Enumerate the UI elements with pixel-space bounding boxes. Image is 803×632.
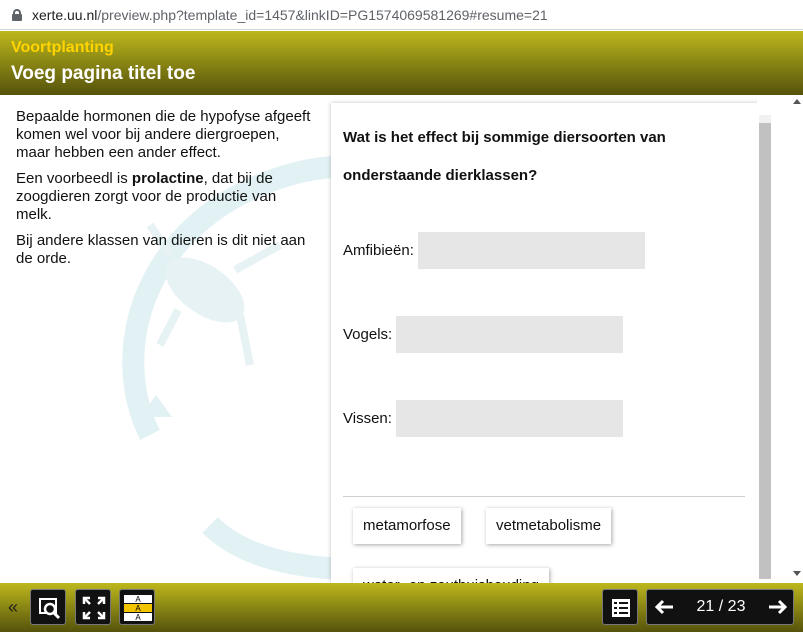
previous-page-button[interactable]: [647, 590, 683, 624]
drag-option-water-zouthuishouding[interactable]: water- en zouthuishouding: [353, 568, 549, 583]
arrow-left-icon: [654, 599, 673, 615]
url-text[interactable]: xerte.uu.nl/preview.php?template_id=1457…: [32, 7, 548, 23]
scroll-up-icon[interactable]: [793, 99, 801, 104]
intro-paragraph-3: Bij andere klassen van dieren is dit nie…: [16, 232, 306, 267]
scroll-down-icon[interactable]: [793, 571, 801, 576]
svg-text:A: A: [135, 595, 141, 604]
next-page-button[interactable]: [759, 590, 795, 624]
arrow-right-icon: [769, 599, 788, 615]
scrollbar[interactable]: [757, 95, 803, 583]
drop-zone-vissen[interactable]: [395, 400, 623, 437]
divider: [343, 496, 745, 497]
target-vissen: Vissen:: [343, 400, 623, 437]
drag-option-vetmetabolisme[interactable]: vetmetabolisme: [486, 508, 612, 544]
text-size-icon: A A A: [124, 595, 152, 622]
target-amfibieen: Amfibieën:: [343, 232, 645, 269]
drag-option-metamorfose[interactable]: metamorfose: [353, 508, 461, 544]
highlight-prolactine: prolactine: [131, 170, 204, 187]
page-title: Voeg pagina titel toe: [11, 63, 196, 84]
quiz-question: Wat is het effect bij sommige diersoorte…: [343, 129, 666, 184]
text-size-button[interactable]: A A A: [119, 589, 155, 625]
drag-drop-panel: Wat is het effect bij sommige diersoorte…: [331, 103, 774, 583]
drop-zone-amfibieen[interactable]: [417, 232, 645, 269]
drop-zone-vogels[interactable]: [396, 316, 624, 353]
intro-text: Bepaalde hormonen die de hypofyse afgeef…: [16, 108, 316, 276]
panel-scroll-thumb[interactable]: [759, 123, 771, 579]
fullscreen-icon: [82, 596, 106, 620]
intro-paragraph-1: Bepaalde hormonen die de hypofyse afgeef…: [16, 108, 311, 161]
svg-text:A: A: [135, 613, 141, 622]
content-area: Bepaalde hormonen die de hypofyse afgeef…: [0, 95, 803, 583]
target-label: Amfibieën:: [343, 242, 414, 259]
table-of-contents-icon: [612, 599, 630, 617]
lock-icon: [12, 8, 22, 21]
page-number: 21 / 23: [696, 598, 746, 615]
browser-address-bar[interactable]: xerte.uu.nl/preview.php?template_id=1457…: [0, 0, 803, 30]
target-vogels: Vogels:: [343, 316, 624, 353]
target-label: Vissen:: [343, 410, 392, 427]
zoom-button[interactable]: [30, 589, 66, 625]
collapse-footer-button[interactable]: «: [8, 597, 18, 618]
page-navigator: 21 / 23: [646, 589, 794, 625]
zoom-icon: [39, 598, 61, 620]
intro-paragraph-2: Een voorbeedl is prolactine, dat bij de …: [16, 170, 277, 223]
page-header: Voortplanting Voeg pagina titel toe: [0, 31, 803, 95]
svg-text:A: A: [135, 604, 141, 613]
module-title: Voortplanting: [11, 39, 114, 56]
fullscreen-button[interactable]: [75, 589, 111, 625]
table-of-contents-button[interactable]: [602, 589, 638, 625]
target-label: Vogels:: [343, 326, 393, 343]
footer-toolbar: « A A A 21 / 23: [0, 583, 803, 632]
